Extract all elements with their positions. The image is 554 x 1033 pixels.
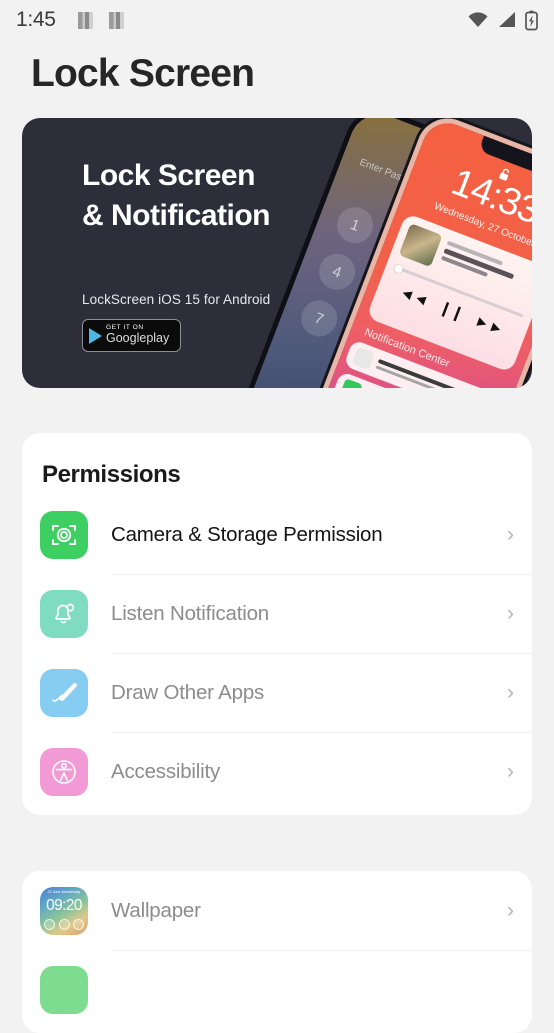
settings-label: Wallpaper xyxy=(111,898,201,922)
android-app-icon xyxy=(351,346,375,370)
wallpaper-thumb-widgets xyxy=(40,918,88,930)
badge-brand-text: Google xyxy=(106,331,147,346)
status-bar: 1:45 xyxy=(0,0,554,40)
notification-block-icon xyxy=(108,11,124,29)
permission-label: Camera & Storage Permission xyxy=(111,522,383,546)
camera-icon xyxy=(40,510,88,559)
wallpaper-thumbnail-icon: 22 June Wednesday 09:20 xyxy=(40,886,88,935)
permission-row-listen-notification[interactable]: Listen Notification › xyxy=(22,574,532,653)
security-app-icon xyxy=(339,378,363,388)
permissions-card: Permissions Camera & Storage Permission … xyxy=(22,433,532,815)
banner-subtitle: LockScreen iOS 15 for Android xyxy=(82,292,271,308)
wallpaper-thumb-time: 09:20 xyxy=(46,896,82,914)
banner-copy: Lock Screen & Notification LockScreen iO… xyxy=(82,156,271,353)
album-art-icon xyxy=(398,223,443,268)
google-play-triangle-icon xyxy=(89,327,102,344)
promo-banner[interactable]: Enter Passcode 1 4 7 14:33 Wednesday, 27… xyxy=(22,118,532,388)
badge-brand-suffix: play xyxy=(146,331,170,346)
settings-row-wallpaper[interactable]: 22 June Wednesday 09:20 Wallpaper › xyxy=(22,871,532,950)
wallpaper-thumb-date: 22 June Wednesday xyxy=(47,889,81,894)
status-bar-system-icons xyxy=(467,10,538,31)
chevron-right-icon: › xyxy=(507,523,514,546)
accessibility-icon xyxy=(40,747,88,796)
wifi-icon xyxy=(468,12,488,27)
permission-row-camera-storage[interactable]: Camera & Storage Permission › xyxy=(22,495,532,574)
settings-row-next-cut-off[interactable] xyxy=(22,950,532,1029)
chevron-right-icon: › xyxy=(507,681,514,704)
next-item-icon xyxy=(40,965,88,1014)
status-bar-notification-icons xyxy=(77,11,124,29)
permission-row-draw-other-apps[interactable]: Draw Other Apps › xyxy=(22,653,532,732)
notification-block-icon xyxy=(77,11,93,29)
chevron-right-icon: › xyxy=(507,602,514,625)
bell-icon xyxy=(40,589,88,638)
status-bar-clock: 1:45 xyxy=(16,8,56,31)
permission-label: Accessibility xyxy=(111,759,221,783)
paintbrush-icon xyxy=(40,668,88,717)
google-play-badge[interactable]: GET IT ON Googleplay xyxy=(82,319,181,353)
pause-icon: ❙❙ xyxy=(436,298,467,324)
chevron-right-icon: › xyxy=(507,760,514,783)
permission-label: Draw Other Apps xyxy=(111,680,265,704)
wallpaper-card: 22 June Wednesday 09:20 Wallpaper › xyxy=(22,871,532,1033)
permission-label: Listen Notification xyxy=(111,601,270,625)
banner-headline-line2: & Notification xyxy=(82,198,271,232)
banner-headline-line1: Lock Screen xyxy=(82,159,255,192)
battery-charging-icon xyxy=(525,10,538,30)
cellular-signal-icon xyxy=(499,12,515,27)
rewind-icon: ◄◄ xyxy=(397,282,432,310)
forward-icon: ►► xyxy=(472,311,507,339)
permissions-card-title: Permissions xyxy=(42,461,181,488)
page-title: Lock Screen xyxy=(31,52,255,95)
permission-row-accessibility[interactable]: Accessibility › xyxy=(22,732,532,811)
chevron-right-icon: › xyxy=(507,899,514,922)
